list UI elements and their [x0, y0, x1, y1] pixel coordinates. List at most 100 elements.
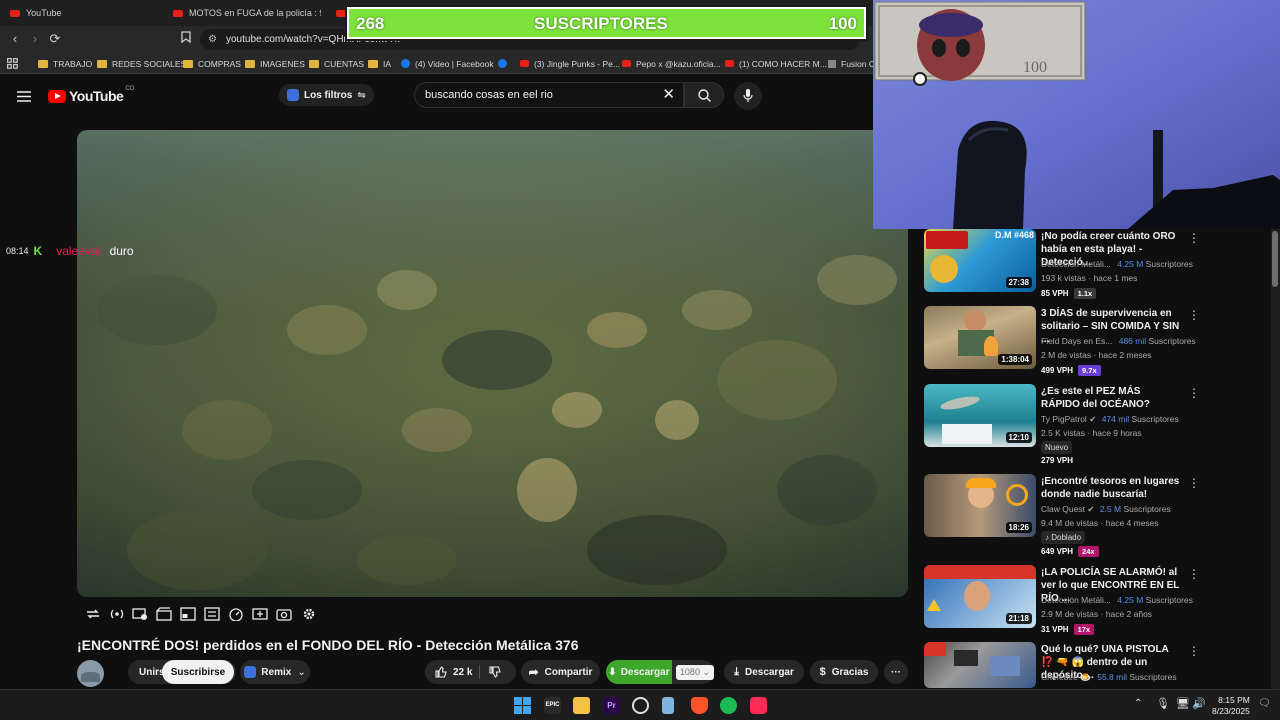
brave-browser-icon[interactable]: [691, 697, 708, 714]
volume-icon[interactable]: 🔊: [1192, 697, 1206, 710]
video-player[interactable]: [77, 130, 908, 597]
stream-chat-message: 08:14 K valeeval: duro: [6, 243, 134, 259]
download-button[interactable]: ⤓ Descargar: [724, 660, 804, 684]
thanks-button[interactable]: $ Gracias: [810, 660, 878, 684]
filter-app-icon: [287, 89, 299, 101]
chevron-up-icon[interactable]: ⌃: [1134, 698, 1142, 709]
bookmark-item[interactable]: (1) COMO HACER M...: [725, 56, 827, 71]
bookmark-item[interactable]: COMPRAS: [183, 56, 241, 71]
subscribe-button[interactable]: Suscribirse: [162, 660, 234, 684]
tiktok-icon[interactable]: [750, 697, 767, 714]
captions-list-icon[interactable]: [204, 607, 220, 621]
browser-tab[interactable]: YouTube: [10, 3, 160, 23]
bookmark-icon[interactable]: [178, 31, 194, 47]
apps-icon[interactable]: [7, 56, 18, 71]
quality-select[interactable]: 1080 ⌄: [675, 664, 714, 680]
microphone-icon: [743, 89, 753, 102]
thumbs-down-icon[interactable]: [489, 666, 501, 678]
clear-search-icon[interactable]: ✕: [662, 83, 675, 107]
bookmark-item[interactable]: [498, 56, 512, 71]
back-icon[interactable]: ‹: [7, 31, 23, 47]
more-vert-icon[interactable]: ⋮: [1188, 644, 1200, 658]
epic-games-icon[interactable]: EPIC: [544, 697, 561, 714]
windows-start-icon[interactable]: [514, 697, 531, 714]
youtube-play-icon: [48, 89, 66, 103]
video-thumbnail[interactable]: D.M #468 27:38: [924, 229, 1036, 292]
more-vert-icon[interactable]: ⋮: [1188, 476, 1200, 490]
bookmark-item[interactable]: (4) Video | Facebook: [401, 56, 494, 71]
video-thumbnail[interactable]: 21:18: [924, 565, 1036, 628]
video-frame-riverbed: [77, 130, 908, 597]
bookmark-item[interactable]: Pepo x @kazu.oficia...: [622, 56, 721, 71]
bookmark-item[interactable]: REDES SOCIALES: [97, 56, 186, 71]
green-download-button[interactable]: ⬇ Descargar: [606, 660, 672, 684]
remix-button[interactable]: Remix ⌄: [240, 660, 310, 684]
search-input[interactable]: buscando cosas en eel rio ✕: [414, 82, 684, 108]
microphone-tray-icon[interactable]: 🎙: [1156, 697, 1170, 710]
video-thumbnail[interactable]: 18:26: [924, 474, 1036, 537]
browser-tab[interactable]: MOTOS en FUGA de la policía : 9 PEF: [173, 3, 321, 23]
vph-line: 649 VPH 24x: [1041, 546, 1099, 557]
loop-icon[interactable]: [85, 607, 101, 621]
picture-in-picture-icon[interactable]: [180, 607, 196, 621]
obs-icon[interactable]: [632, 697, 649, 714]
share-icon: ➦: [528, 665, 539, 679]
camera-icon[interactable]: [276, 607, 292, 621]
bookmark-item[interactable]: Fusion Cl: [828, 56, 877, 71]
recommendation-item[interactable]: 12:10 ¿Es este el PEZ MÁS RÁPIDO del OCÉ…: [924, 384, 1264, 469]
recommendation-item[interactable]: Qué lo qué? UNA PISTOLA ⁉️ 🔫 😱 dentro de…: [924, 642, 1264, 689]
video-thumbnail[interactable]: [924, 642, 1036, 688]
playlist-view-icon[interactable]: [132, 607, 148, 621]
network-icon[interactable]: 🖥: [1176, 697, 1190, 710]
file-explorer-icon[interactable]: [573, 697, 590, 714]
windows-taskbar: EPIC Pr ⌃ 🎙 🖥 🔊 8:15 PM 8/23/2025 🗨: [0, 689, 1280, 720]
add-clip-icon[interactable]: [252, 607, 268, 621]
video-thumbnail[interactable]: 12:10: [924, 384, 1036, 447]
recommendation-item[interactable]: D.M #468 27:38 ¡No podía creer cuánto OR…: [924, 229, 1264, 304]
bookmark-item[interactable]: (3) Jingle Punks - Pe...: [520, 56, 620, 71]
recycle-bin-icon[interactable]: [662, 697, 674, 714]
spotify-icon[interactable]: [720, 697, 737, 714]
voice-search-button[interactable]: [734, 82, 762, 110]
youtube-logo[interactable]: YouTube CO: [48, 86, 134, 104]
views-line: 2 M de vistas · hace 2 meses: [1041, 350, 1152, 360]
like-button[interactable]: 22 k: [435, 666, 472, 678]
notifications-icon[interactable]: 🗨: [1258, 698, 1271, 709]
more-vert-icon[interactable]: ⋮: [1188, 308, 1200, 322]
filters-button[interactable]: Los filtros ⇋: [279, 84, 374, 106]
recommendation-item[interactable]: 21:18 ¡LA POLICÍA SE ALARMÓ! al ver lo q…: [924, 565, 1264, 640]
bookmark-item[interactable]: TRABAJO: [38, 56, 92, 71]
site-info-icon[interactable]: ⚙: [208, 29, 217, 50]
more-actions-button[interactable]: ···: [884, 660, 908, 684]
reload-icon[interactable]: ⟳: [47, 31, 63, 47]
bookmark-item[interactable]: IA: [368, 56, 391, 71]
folder-icon: [38, 59, 48, 68]
settings-gear-icon[interactable]: [301, 607, 317, 621]
browser-tab[interactable]: [336, 3, 346, 23]
thumbs-up-icon: [435, 666, 447, 678]
sidebar-scrollbar[interactable]: [1271, 229, 1280, 689]
premiere-pro-icon[interactable]: Pr: [603, 697, 620, 714]
video-thumbnail[interactable]: 1:38:04: [924, 306, 1036, 369]
share-button[interactable]: ➦ Compartir: [521, 660, 600, 684]
bookmark-item[interactable]: CUENTAS: [309, 56, 364, 71]
more-vert-icon[interactable]: ⋮: [1188, 567, 1200, 581]
bookmark-item[interactable]: IMAGENES: [245, 56, 305, 71]
system-clock[interactable]: 8:15 PM 8/23/2025: [1212, 695, 1250, 717]
recommendations-sidebar: D.M #468 27:38 ¡No podía creer cuánto OR…: [918, 229, 1270, 689]
channel-avatar[interactable]: [77, 660, 104, 687]
clapperboard-icon[interactable]: [156, 607, 172, 621]
search-button[interactable]: [684, 82, 724, 108]
forward-icon[interactable]: ›: [27, 31, 43, 47]
recommendation-item[interactable]: 18:26 ¡Encontré tesoros en lugares donde…: [924, 474, 1264, 559]
tab-label: MOTOS en FUGA de la policía : 9 PEF: [189, 8, 321, 18]
youtube-favicon-icon: [622, 60, 631, 67]
scrollbar-thumb[interactable]: [1272, 231, 1278, 287]
more-vert-icon[interactable]: ⋮: [1188, 231, 1200, 245]
recommendation-item[interactable]: 1:38:04 3 DÍAS de supervivencia en solit…: [924, 306, 1264, 381]
more-vert-icon[interactable]: ⋮: [1188, 386, 1200, 400]
speed-gauge-icon[interactable]: [228, 607, 244, 621]
broadcast-icon[interactable]: [109, 607, 125, 621]
chat-timestamp: 08:14: [6, 246, 29, 256]
menu-icon[interactable]: [17, 89, 31, 107]
